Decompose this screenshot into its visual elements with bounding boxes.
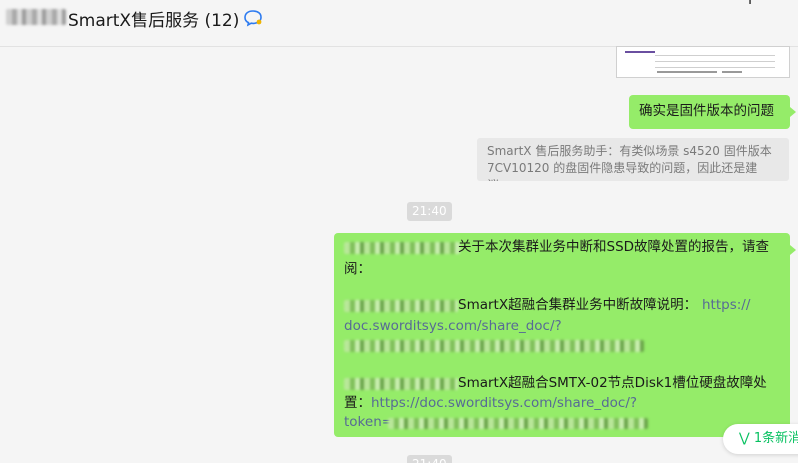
doc1-link-cont[interactable]: doc.sworditsys.com/share_doc/?: [344, 317, 562, 336]
message-bubble-report[interactable]: 关于本次集群业务中断和SSD故障处置的报告，请查 阅： SmartX超融合集群业…: [334, 233, 796, 437]
redacted-link: [344, 340, 644, 352]
redacted-text: [344, 378, 458, 390]
timestamp: 21:40: [407, 455, 452, 463]
chat-title[interactable]: SmartX售后服务 (12): [68, 6, 239, 31]
doc2-token[interactable]: token=: [344, 413, 393, 432]
message-text: 确实是固件版本的问题: [639, 103, 774, 119]
image-table-row: [655, 55, 775, 56]
image-table-header: [625, 51, 655, 53]
quoted-text: SmartX 售后服务助手：有类似场景 s4520 固件版本 7CV10120 …: [487, 144, 772, 181]
image-table-cell: [657, 71, 717, 73]
doc2-link[interactable]: https://doc.sworditsys.com/share_doc/?: [371, 394, 637, 413]
message-bubble-short-reply[interactable]: 确实是固件版本的问题: [629, 95, 796, 129]
chat-bubble-icon[interactable]: [243, 9, 263, 27]
doc2-title: SmartX超融合SMTX-02节点Disk1槽位硬盘故障处: [458, 375, 767, 391]
doc2-prefix: 置：: [344, 395, 371, 411]
doc1-link[interactable]: https://: [702, 296, 750, 315]
image-table-cell: [722, 71, 742, 73]
image-message[interactable]: [616, 46, 790, 78]
redacted-name: [6, 9, 66, 25]
quoted-message[interactable]: SmartX 售后服务助手：有类似场景 s4520 固件版本 7CV10120 …: [477, 138, 789, 181]
image-table-row: [655, 67, 775, 68]
double-chevron-down-icon: ⋁: [739, 431, 750, 446]
chat-header: SmartX售后服务 (12) +: [0, 0, 798, 47]
timestamp: 21:40: [407, 202, 452, 221]
image-table-row: [655, 61, 775, 62]
new-messages-label: 1条新消: [753, 431, 798, 446]
plus-icon[interactable]: +: [740, 0, 760, 9]
redacted-mention: [344, 242, 460, 254]
doc1-title: SmartX超融合集群业务中断故障说明：: [458, 297, 698, 313]
redacted-text: [344, 300, 458, 312]
new-messages-button[interactable]: ⋁ 1条新消: [723, 424, 798, 454]
report-intro-cont: 阅：: [344, 261, 371, 277]
redacted-token: [388, 418, 648, 429]
report-intro: 关于本次集群业务中断和SSD故障处置的报告，请查: [458, 239, 770, 255]
